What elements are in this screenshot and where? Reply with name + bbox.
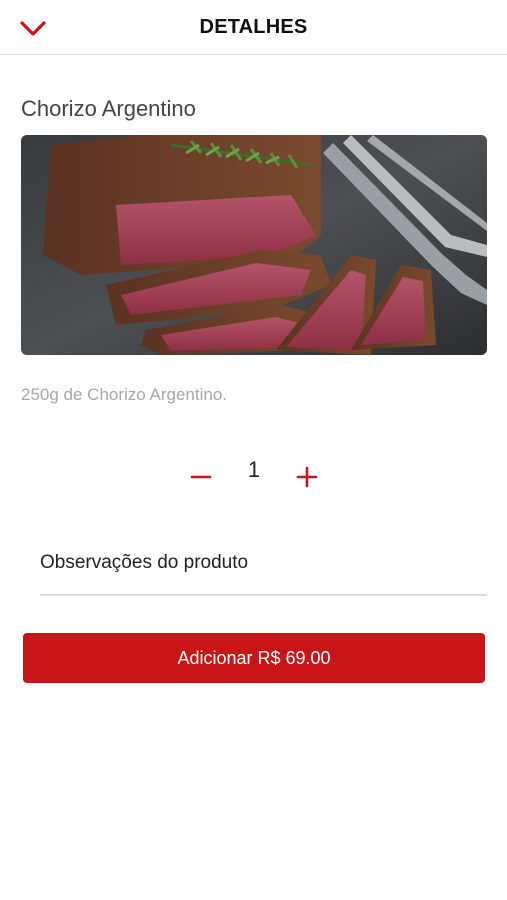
page-title: DETALHES bbox=[199, 16, 308, 38]
notes-placeholder: Observações do produto bbox=[40, 552, 249, 573]
quantity-increase-button[interactable] bbox=[295, 465, 319, 489]
product-details-screen: DETALHES Chorizo Argentino 250g de Chori… bbox=[0, 0, 507, 900]
product-notes-input[interactable]: Observações do produto bbox=[40, 542, 487, 596]
product-name: Chorizo Argentino bbox=[21, 96, 196, 121]
add-to-cart-button[interactable]: Adicionar R$ 69.00 bbox=[23, 633, 485, 683]
top-bar: DETALHES bbox=[0, 0, 507, 55]
quantity-value: 1 bbox=[247, 457, 261, 482]
minus-icon bbox=[190, 475, 212, 479]
plus-icon bbox=[296, 466, 318, 488]
product-description: 250g de Chorizo Argentino. bbox=[21, 385, 228, 404]
product-image bbox=[21, 135, 487, 355]
quantity-decrease-button[interactable] bbox=[190, 463, 212, 489]
